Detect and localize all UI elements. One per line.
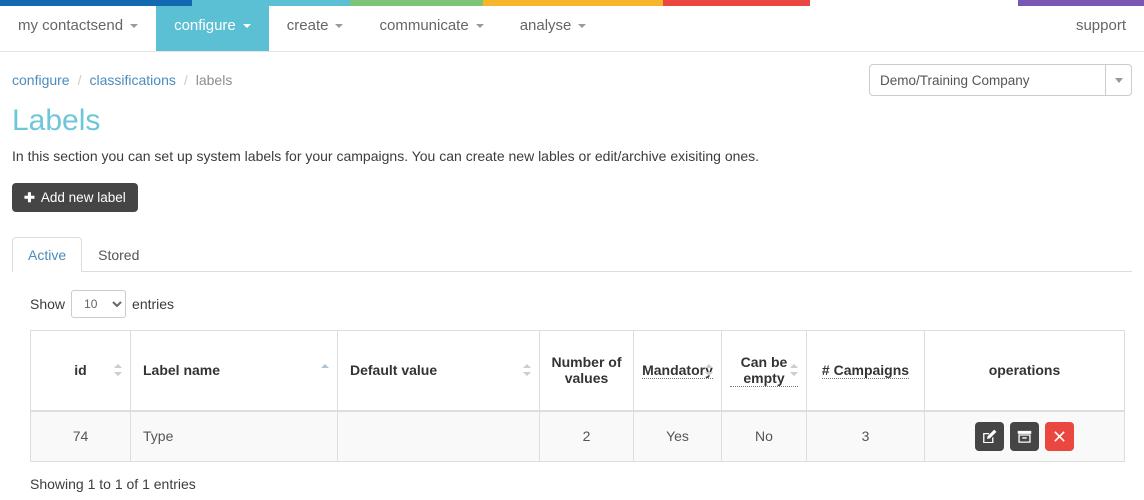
nav-item-label: my contactsend [18, 17, 124, 34]
edit-icon [982, 429, 997, 444]
column-header-can-be-empty-label: Can be empty [730, 354, 798, 387]
column-header-label-name-label: Label name [143, 362, 221, 379]
column-header-number-of-values: Number of values [539, 330, 634, 412]
column-header-id-label: id [74, 362, 87, 379]
labels-datatable: Show 102550100 entries id [12, 272, 1132, 500]
column-header-number-of-values-label: Number of values [551, 354, 622, 387]
cell-operations [924, 410, 1125, 462]
labels-table: id Label name Default value Number of va… [30, 330, 1125, 462]
column-header-default-value-label: Default value [350, 362, 438, 379]
cell-can-be-empty: No [721, 410, 807, 462]
edit-button[interactable] [975, 421, 1004, 451]
chevron-down-icon [1105, 65, 1131, 95]
nav-item-my-contactsend[interactable]: my contactsend [0, 0, 156, 51]
column-header-id[interactable]: id [30, 330, 131, 412]
cell-number-of-values: 2 [539, 410, 634, 462]
page-description: In this section you can set up system la… [12, 148, 760, 164]
column-header-mandatory-label: Mandatory [642, 361, 713, 379]
nav-item-support[interactable]: support [1058, 0, 1144, 51]
cell-label-name: Type [130, 410, 338, 462]
datatable-info: Showing 1 to 1 of 1 entries [30, 475, 196, 492]
page-title: Labels [12, 104, 101, 137]
table-header-row: id Label name Default value Number of va… [30, 330, 1125, 412]
cell-default-value [337, 410, 540, 462]
nav-item-label: analyse [519, 17, 572, 34]
entries-per-page-select[interactable]: 102550100 [71, 290, 127, 319]
breadcrumb-separator: / [77, 72, 82, 88]
close-icon [1053, 430, 1066, 443]
add-new-label-button-label: Add new label [40, 189, 126, 205]
sort-indicator-icon [523, 364, 531, 377]
plus-icon: ✚ [24, 189, 35, 205]
column-header-campaigns: # Campaigns [806, 330, 925, 412]
labels-table-header: id Label name Default value Number of va… [30, 330, 1125, 412]
page-content: Labels In this section you can set up sy… [0, 104, 1144, 500]
column-header-operations-label: operations [988, 362, 1061, 379]
labels-table-body: 74 Type 2 Yes No 3 [30, 410, 1125, 462]
column-header-operations: operations [924, 330, 1125, 412]
breadcrumb-separator: / [183, 72, 188, 88]
cell-mandatory: Yes [633, 410, 722, 462]
tab-bar: Active Stored [12, 236, 1132, 273]
cell-campaigns: 3 [806, 410, 925, 462]
tab-stored[interactable]: Stored [82, 237, 155, 272]
chevron-down-icon [475, 23, 484, 28]
nav-item-label: create [286, 17, 329, 34]
archive-icon [1017, 429, 1032, 444]
archive-button[interactable] [1010, 421, 1039, 451]
chevron-down-icon [335, 23, 344, 28]
sort-indicator-ascending-icon [321, 364, 329, 376]
column-header-campaigns-label: # Campaigns [821, 361, 910, 379]
nav-item-label: configure [174, 17, 236, 34]
chevron-down-icon [578, 23, 587, 28]
company-selector-value: Demo/Training Company [880, 72, 1030, 88]
nav-item-configure[interactable]: configure [156, 0, 269, 51]
chevron-down-icon [130, 23, 139, 28]
delete-button[interactable] [1045, 421, 1074, 451]
nav-item-communicate[interactable]: communicate [361, 0, 501, 51]
breadcrumb-item-configure[interactable]: configure [12, 72, 70, 88]
column-header-default-value[interactable]: Default value [337, 330, 540, 412]
chevron-down-icon [242, 23, 251, 28]
tab-active[interactable]: Active [12, 236, 83, 273]
top-navigation-bar: my contactsend configure create communic… [0, 0, 1144, 52]
column-header-mandatory[interactable]: Mandatory [633, 330, 722, 412]
add-new-label-button[interactable]: ✚ Add new label [12, 182, 138, 213]
nav-item-create[interactable]: create [269, 0, 362, 51]
breadcrumb-item-labels: labels [195, 72, 233, 88]
nav-item-label: communicate [379, 17, 469, 34]
length-prefix-label: Show [30, 296, 66, 313]
column-header-can-be-empty[interactable]: Can be empty [721, 330, 807, 412]
datatable-length-control: Show 102550100 entries [12, 272, 1132, 330]
operations-group [933, 421, 1116, 451]
nav-item-analyse[interactable]: analyse [502, 0, 605, 51]
sort-indicator-icon [705, 364, 713, 377]
nav-item-label: support [1075, 17, 1126, 34]
sort-indicator-icon [790, 364, 798, 377]
table-row: 74 Type 2 Yes No 3 [30, 410, 1125, 462]
company-selector[interactable]: Demo/Training Company [869, 64, 1132, 96]
length-suffix-label: entries [132, 296, 175, 313]
breadcrumb-item-classifications[interactable]: classifications [89, 72, 175, 88]
cell-id: 74 [30, 410, 131, 462]
breadcrumb-row: configure / classifications / labels Dem… [0, 52, 1144, 96]
sort-indicator-icon [114, 364, 122, 377]
column-header-label-name[interactable]: Label name [130, 330, 338, 412]
breadcrumb: configure / classifications / labels [12, 72, 232, 88]
